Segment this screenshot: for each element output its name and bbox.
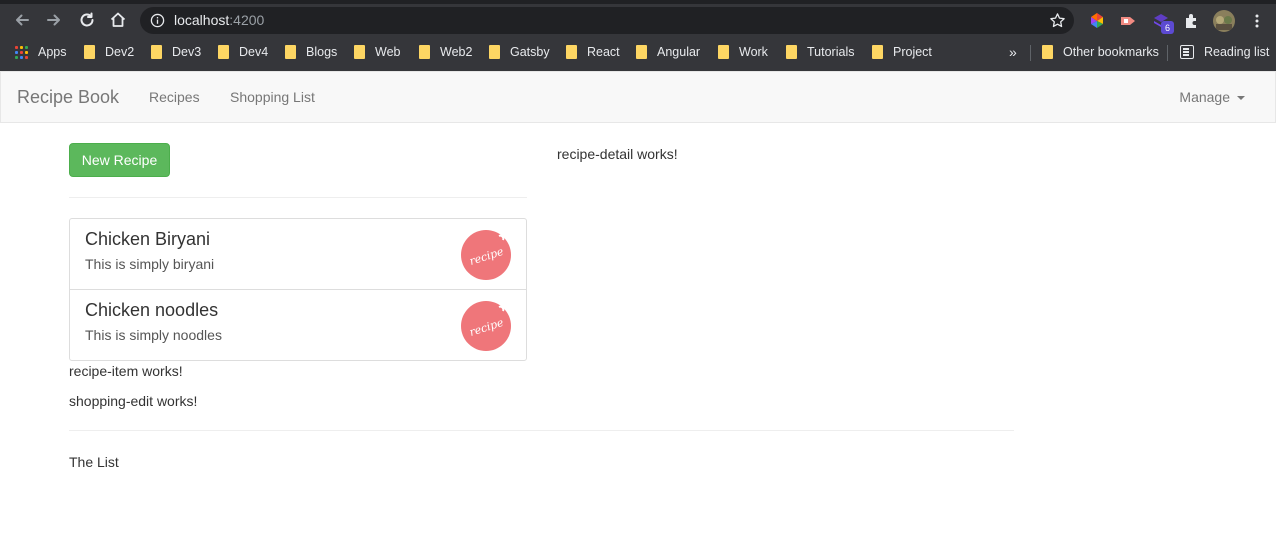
bookmark-label: Web (375, 45, 401, 59)
recipe-name: Chicken noodles (85, 300, 219, 320)
bookmark-label: Tutorials (807, 45, 855, 59)
nav-link-shopping-list[interactable]: Shopping List (230, 89, 315, 105)
other-bookmarks-label: Other bookmarks (1063, 45, 1159, 59)
url-host: localhost (174, 12, 230, 28)
bookmark-folder[interactable]: Blogs (285, 43, 337, 61)
folder-icon (151, 45, 162, 59)
badge-extension-button[interactable]: 6 (1152, 12, 1174, 34)
bookmark-label: Work (739, 45, 768, 59)
info-icon[interactable] (150, 13, 165, 28)
url-port: :4200 (229, 12, 265, 28)
folder-icon (489, 45, 500, 59)
recipe-description: This is simply biryani (85, 256, 215, 272)
folder-icon (354, 45, 365, 59)
recipe-list-item[interactable]: Chicken Biryani This is simply biryani r… (70, 219, 526, 289)
folder-icon (84, 45, 95, 59)
browser-toolbar: localhost:4200 6 (0, 4, 1276, 36)
shopping-list-text: The List (69, 454, 119, 470)
menu-dots-icon[interactable] (1248, 12, 1266, 30)
puzzle-extensions-icon[interactable] (1183, 12, 1201, 30)
shopping-edit-text: shopping-edit works! (69, 393, 198, 409)
reload-icon (80, 12, 94, 27)
address-bar[interactable]: localhost:4200 (140, 7, 1074, 34)
apps-grid-icon (15, 45, 28, 59)
reading-list-label: Reading list (1204, 45, 1270, 59)
bookmark-folder[interactable]: Angular (636, 43, 700, 61)
bookmark-label: Apps (38, 45, 67, 59)
recipe-list-item[interactable]: Chicken noodles This is simply noodles r… (70, 289, 526, 359)
overflow-label: » (1009, 44, 1017, 60)
folder-icon (872, 45, 883, 59)
profile-avatar[interactable] (1213, 10, 1235, 32)
manage-dropdown[interactable]: Manage (1179, 89, 1245, 105)
arrow-left-icon (16, 14, 29, 26)
bookmark-folder[interactable]: Gatsby (489, 43, 550, 61)
recipe-item-text: recipe-item works! (69, 363, 183, 379)
bookmark-folder[interactable]: Dev3 (151, 43, 201, 61)
caret-down-icon (1237, 96, 1245, 100)
bookmark-folder[interactable]: Web (354, 43, 400, 61)
back-button[interactable] (12, 10, 32, 30)
bookmark-label: Web2 (440, 45, 473, 59)
nav-link-recipes[interactable]: Recipes (149, 89, 200, 105)
reading-list-icon (1180, 45, 1194, 59)
folder-icon (285, 45, 296, 59)
forward-button[interactable] (44, 10, 64, 30)
folder-icon (419, 45, 430, 59)
bookmark-folder[interactable]: Work (718, 43, 768, 61)
other-bookmarks[interactable]: Other bookmarks (1042, 43, 1159, 61)
bookmark-apps[interactable]: Apps (15, 43, 67, 61)
color-picker-extension-icon[interactable] (1088, 12, 1106, 30)
navbar-brand[interactable]: Recipe Book (17, 87, 119, 108)
reload-button[interactable] (77, 10, 97, 30)
recipe-image-icon: recipe (461, 301, 511, 351)
new-recipe-button[interactable]: New Recipe (69, 143, 170, 177)
bookmark-folder[interactable]: React (566, 43, 620, 61)
reading-list[interactable]: Reading list (1180, 43, 1269, 61)
bookmark-folder[interactable]: Dev4 (218, 43, 268, 61)
folder-icon (218, 45, 229, 59)
recipe-list: Chicken Biryani This is simply biryani r… (69, 218, 527, 361)
arrow-right-icon (47, 14, 60, 26)
bookmark-label: Dev3 (172, 45, 202, 59)
bookmark-label: Gatsby (510, 45, 550, 59)
bookmark-label: Dev4 (239, 45, 269, 59)
folder-icon (718, 45, 729, 59)
bookmarks-divider (1030, 45, 1031, 61)
folder-icon (1042, 45, 1053, 59)
browser-chrome: localhost:4200 6 Apps Dev2 Dev3 Dev4 Blo… (0, 0, 1276, 71)
manage-label: Manage (1179, 89, 1230, 105)
bookmarks-divider (1167, 45, 1168, 61)
bookmark-folder[interactable]: Tutorials (786, 43, 854, 61)
record-extension-icon[interactable] (1119, 12, 1137, 30)
avatar-image-icon (1216, 16, 1232, 30)
recipe-detail-text: recipe-detail works! (557, 146, 678, 162)
bookmark-label: Dev2 (105, 45, 135, 59)
bookmark-label: Project (893, 45, 932, 59)
bookmarks-overflow-button[interactable]: » (1009, 43, 1017, 61)
extension-badge: 6 (1161, 21, 1174, 34)
recipe-name: Chicken Biryani (85, 229, 211, 249)
folder-icon (636, 45, 647, 59)
home-icon (110, 12, 126, 27)
recipe-description: This is simply noodles (85, 327, 222, 343)
folder-icon (786, 45, 797, 59)
bookmark-label: Angular (657, 45, 701, 59)
home-button[interactable] (108, 10, 128, 30)
bookmark-folder[interactable]: Project (872, 43, 932, 61)
bookmark-label: Blogs (306, 45, 338, 59)
bookmark-folder[interactable]: Dev2 (84, 43, 134, 61)
bookmarks-bar: Apps Dev2 Dev3 Dev4 Blogs Web Web2 Gatsb… (0, 38, 1276, 66)
bookmark-star-icon[interactable] (1049, 12, 1066, 29)
divider (69, 430, 1014, 431)
divider (69, 197, 527, 198)
recipe-image-icon: recipe (461, 230, 511, 280)
bookmark-folder[interactable]: Web2 (419, 43, 472, 61)
bookmark-label: React (587, 45, 620, 59)
folder-icon (566, 45, 577, 59)
app-navbar: Recipe Book Recipes Shopping List Manage (0, 71, 1276, 123)
url-text[interactable]: localhost:4200 (174, 12, 264, 28)
